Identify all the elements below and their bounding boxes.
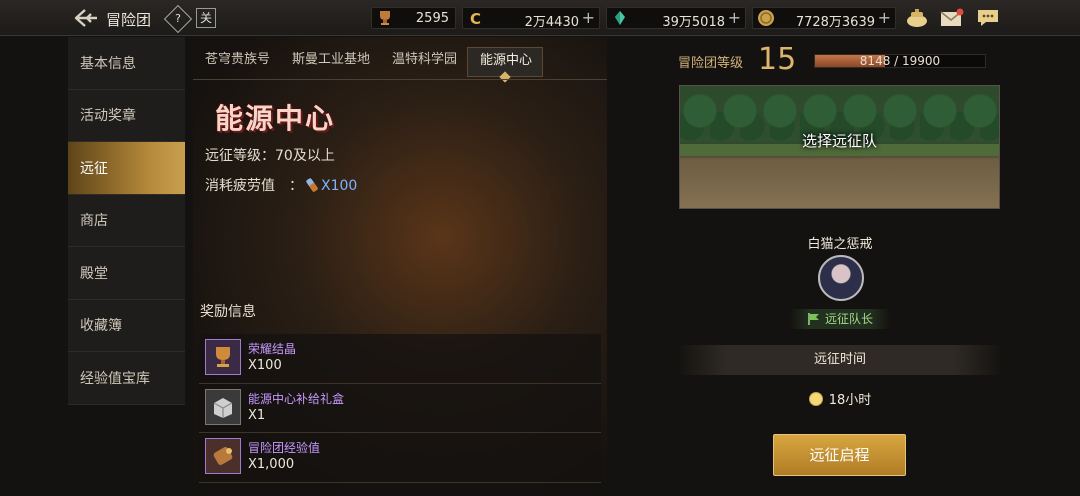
back-arrow-icon[interactable] — [72, 6, 100, 30]
tab-science-park[interactable]: 温特科学园 — [380, 47, 467, 77]
level-requirement: 远征等级：70及以上 — [205, 145, 335, 165]
reward-name: 能源中心补给礼盒 — [248, 391, 345, 406]
currency-crystal: 39万5018 + — [606, 7, 746, 30]
expedition-time-value: 18小时 — [828, 393, 872, 408]
glory-crystal-icon — [205, 339, 241, 375]
dungeon-tabs: 苍穹贵族号 斯曼工业基地 温特科学园 能源中心 — [193, 47, 544, 77]
help-button[interactable]: ? — [163, 4, 193, 34]
leader-badge: 远征队长 — [790, 309, 890, 329]
trophy-value: 2595 — [415, 11, 449, 26]
reward-item[interactable]: 能源中心补给礼盒 X1 — [199, 383, 601, 433]
gold-value: 2万4430 — [524, 15, 579, 30]
leader-avatar[interactable] — [818, 255, 864, 301]
pot-icon[interactable] — [905, 8, 929, 28]
coin-icon — [757, 9, 775, 27]
reward-section-title: 奖励信息 — [200, 304, 256, 320]
currency-gold: C 2万4430 + — [462, 7, 600, 30]
reward-list: 荣耀结晶 X100 能源中心补给礼盒 X1 冒险团经验值 X1,000 — [199, 334, 601, 483]
expedition-time-header: 远征时间 — [678, 345, 1002, 375]
sidebar-item-collection[interactable]: 收藏簿 — [68, 299, 185, 352]
team-name: 白猫之惩戒 — [807, 237, 873, 252]
dungeon-title: 能源中心 — [215, 102, 336, 135]
level-req-value: 70及以上 — [275, 148, 335, 164]
tab-industrial-base[interactable]: 斯曼工业基地 — [280, 47, 380, 77]
adventure-level-label: 冒险团等级 — [678, 56, 744, 71]
sidebar-item-exp-vault[interactable]: 经验值宝库 — [68, 352, 185, 405]
exp-progress-text: 8148 / 19900 — [859, 54, 941, 68]
sidebar-item-hall[interactable]: 殿堂 — [68, 247, 185, 300]
reward-name: 荣耀结晶 — [248, 342, 297, 356]
supply-box-icon — [205, 388, 241, 425]
trophy-icon — [376, 9, 394, 27]
leader-label: 远征队长 — [824, 312, 873, 326]
fatigue-cost: 消耗疲劳值 ： X100 — [205, 175, 357, 195]
clock-icon — [808, 392, 823, 406]
fatigue-label: 消耗疲劳值 ： — [205, 178, 303, 194]
reward-qty: X100 — [248, 358, 282, 373]
reward-item[interactable]: 冒险团经验值 X1,000 — [199, 433, 601, 483]
sidebar-item-expedition[interactable]: 远征 — [68, 142, 185, 195]
tab-sky-noble[interactable]: 苍穹贵族号 — [193, 47, 280, 77]
reward-qty: X1 — [248, 407, 266, 423]
coin-value: 7728万3639 — [795, 15, 875, 30]
adventure-level-value: 15 — [758, 42, 797, 77]
tab-divider — [193, 79, 607, 80]
add-crystal-button[interactable]: + — [728, 8, 741, 27]
reward-qty: X1,000 — [248, 457, 295, 472]
crystal-value: 39万5018 — [662, 15, 725, 30]
game-info-button[interactable]: 关 — [196, 8, 216, 28]
flag-icon — [808, 313, 819, 325]
currency-coin: 7728万3639 + — [752, 7, 896, 30]
page-title: 冒险团 — [106, 11, 152, 29]
currency-trophy: 2595 — [371, 7, 456, 29]
question-icon: ? — [175, 12, 181, 25]
exp-progress-bar: 8148 / 19900 — [814, 54, 986, 68]
sidebar-item-medals[interactable]: 活动奖章 — [68, 89, 185, 142]
reward-name: 冒险团经验值 — [248, 441, 321, 455]
mail-icon[interactable] — [940, 8, 964, 28]
fatigue-value: X100 — [321, 178, 358, 194]
exp-scroll-icon — [205, 438, 241, 474]
select-team-label: 选择远征队 — [801, 132, 877, 150]
team-select-area[interactable]: 选择远征队 — [679, 85, 1000, 209]
crystal-icon — [611, 9, 629, 27]
svg-text:C: C — [470, 10, 481, 27]
sidebar-item-shop[interactable]: 商店 — [68, 194, 185, 247]
expedition-time: 18小时 — [678, 389, 1002, 408]
start-expedition-button[interactable]: 远征启程 — [773, 434, 906, 476]
sidebar: 基本信息 活动奖章 远征 商店 殿堂 收藏簿 经验值宝库 — [68, 37, 185, 405]
gold-c-icon: C — [467, 9, 485, 28]
chat-icon[interactable] — [976, 8, 1000, 28]
sidebar-item-basic-info[interactable]: 基本信息 — [68, 37, 185, 90]
potion-icon — [302, 175, 321, 194]
level-req-label: 远征等级： — [205, 148, 275, 164]
expedition-team-panel: 冒险团等级 15 8148 / 19900 选择远征队 白猫之惩戒 远征队长 远… — [678, 37, 1002, 483]
add-gold-button[interactable]: + — [582, 8, 595, 27]
expedition-detail-panel: 苍穹贵族号 斯曼工业基地 温特科学园 能源中心 能源中心 远征等级：70及以上 … — [193, 37, 607, 483]
add-coin-button[interactable]: + — [878, 8, 891, 27]
tab-energy-center[interactable]: 能源中心 — [467, 47, 544, 77]
top-bar: 冒险团 ? 关 2595 C 2万4430 + 39万5018 + 7728万3… — [0, 0, 1080, 36]
reward-item[interactable]: 荣耀结晶 X100 — [199, 334, 601, 384]
